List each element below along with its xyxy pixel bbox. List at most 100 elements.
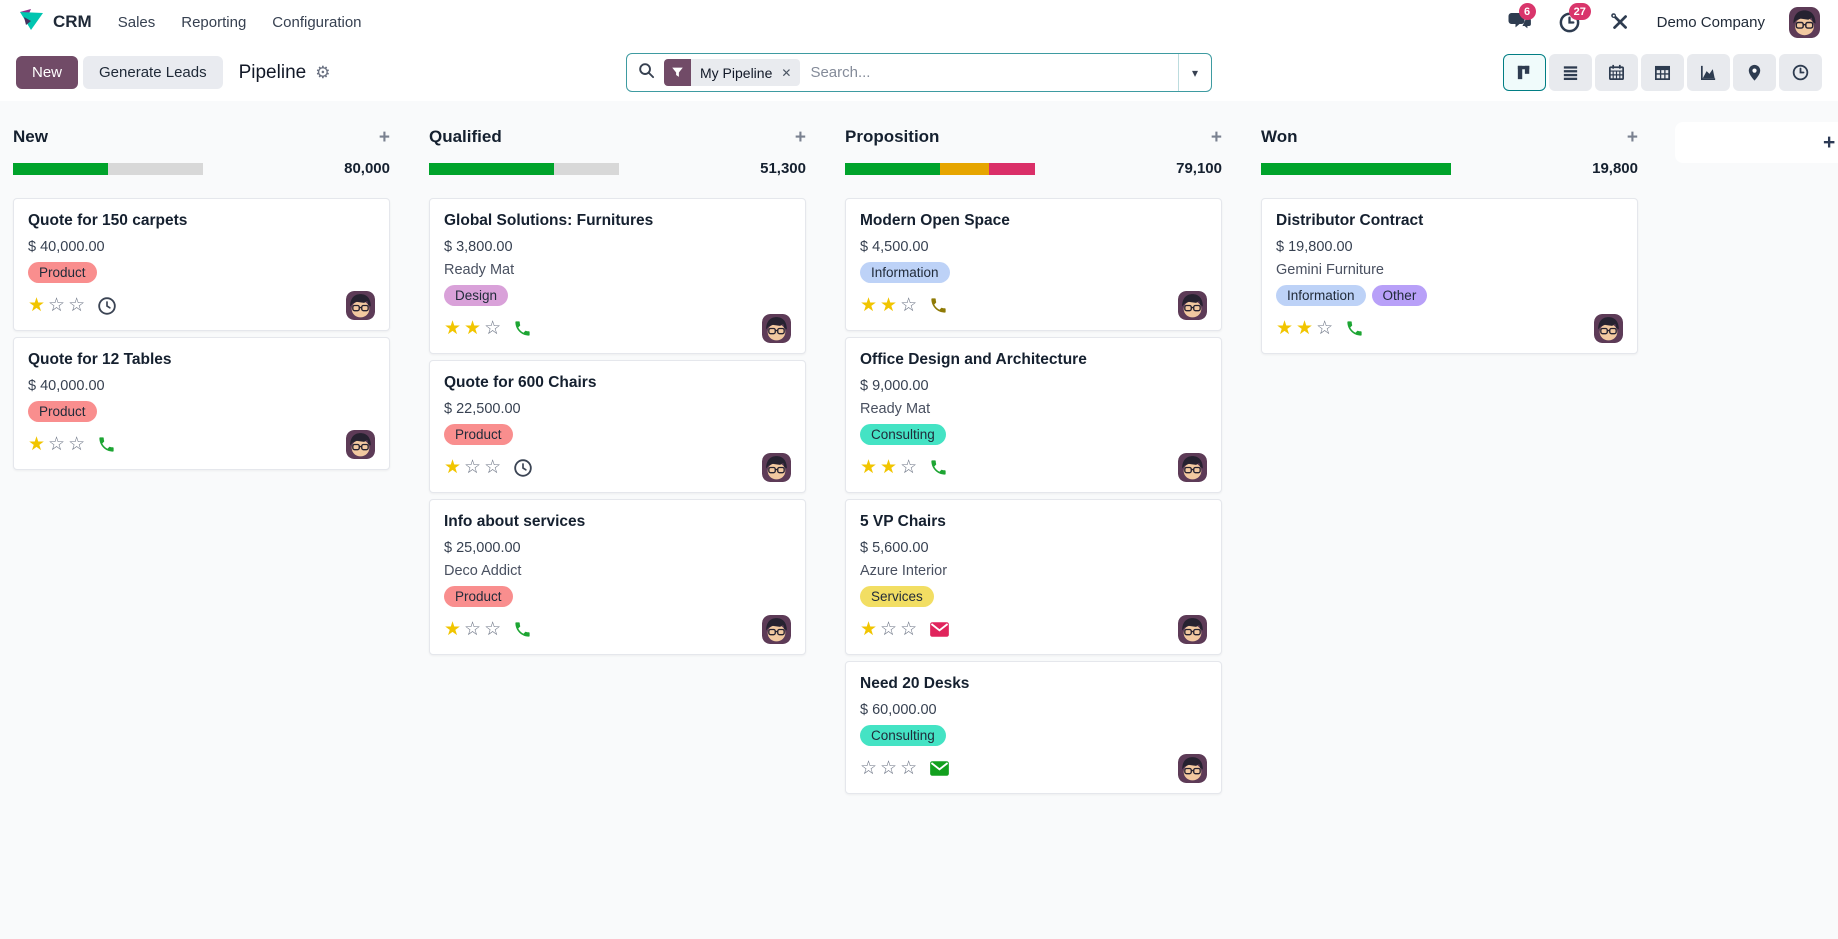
add-record-plus-icon[interactable]: + [795,128,806,147]
star-icon[interactable]: ☆ [48,435,65,454]
add-record-plus-icon[interactable]: + [1211,128,1222,147]
star-icon[interactable]: ★ [860,458,877,477]
kanban-card[interactable]: Quote for 600 Chairs $ 22,500.00Product … [429,360,806,493]
star-icon[interactable]: ☆ [860,759,877,778]
star-icon[interactable]: ★ [28,435,45,454]
action-gear-icon[interactable]: ⚙ [315,63,330,83]
view-calendar-button[interactable] [1595,54,1638,91]
star-icon[interactable]: ★ [28,296,45,315]
star-icon[interactable]: ★ [444,620,461,639]
salesperson-avatar[interactable] [1178,615,1207,644]
salesperson-avatar[interactable] [762,615,791,644]
remove-filter-icon[interactable]: ✕ [779,59,800,86]
star-icon[interactable]: ★ [1276,319,1293,338]
column-progressbar[interactable] [1261,163,1451,175]
star-icon[interactable]: ☆ [464,620,481,639]
salesperson-avatar[interactable] [1178,453,1207,482]
column-progressbar[interactable] [429,163,619,175]
phone-icon[interactable] [929,296,948,315]
messages-icon[interactable]: 6 [1507,10,1533,34]
card-title: Quote for 12 Tables [28,351,375,369]
kanban-card[interactable]: Distributor Contract $ 19,800.00Gemini F… [1261,198,1638,354]
star-icon[interactable]: ☆ [48,296,65,315]
view-kanban-button[interactable] [1503,54,1546,91]
menu-sales[interactable]: Sales [118,14,156,31]
add-column-box[interactable]: + [1675,122,1838,163]
add-record-plus-icon[interactable]: + [1627,128,1638,147]
messages-count-badge: 6 [1519,3,1536,20]
phone-icon[interactable] [513,620,532,639]
column-progressbar[interactable] [13,163,203,175]
new-button[interactable]: New [16,56,78,89]
card-title: Need 20 Desks [860,675,1207,693]
add-record-plus-icon[interactable]: + [379,128,390,147]
column-total: 19,800 [1592,160,1638,177]
column-progressbar[interactable] [845,163,1035,175]
star-icon[interactable]: ☆ [68,435,85,454]
menu-reporting[interactable]: Reporting [181,14,246,31]
search-input[interactable] [810,64,1178,81]
view-activity-button[interactable] [1779,54,1822,91]
star-icon[interactable]: ★ [464,319,481,338]
company-switcher[interactable]: Demo Company [1657,14,1765,31]
phone-icon[interactable] [929,458,948,477]
mail-icon[interactable] [929,760,950,777]
clock-icon[interactable] [513,458,533,478]
filter-facet[interactable]: My Pipeline ✕ [664,59,800,86]
star-icon[interactable]: ★ [860,620,877,639]
kanban-card[interactable]: Office Design and Architecture $ 9,000.0… [845,337,1222,493]
salesperson-avatar[interactable] [1178,291,1207,320]
star-icon[interactable]: ☆ [484,458,501,477]
phone-icon[interactable] [513,319,532,338]
view-map-button[interactable] [1733,54,1776,91]
star-icon[interactable]: ★ [444,319,461,338]
star-icon[interactable]: ☆ [900,759,917,778]
app-switcher[interactable]: CRM [18,8,92,37]
salesperson-avatar[interactable] [1594,314,1623,343]
star-icon[interactable]: ☆ [464,458,481,477]
star-icon[interactable]: ★ [1296,319,1313,338]
kanban-card[interactable]: 5 VP Chairs $ 5,600.00Azure InteriorServ… [845,499,1222,655]
salesperson-avatar[interactable] [762,453,791,482]
view-list-button[interactable] [1549,54,1592,91]
view-graph-button[interactable] [1687,54,1730,91]
kanban-card[interactable]: Quote for 12 Tables $ 40,000.00Product ★… [13,337,390,470]
salesperson-avatar[interactable] [1178,754,1207,783]
kanban-card[interactable]: Need 20 Desks $ 60,000.00Consulting ☆☆☆ [845,661,1222,794]
salesperson-avatar[interactable] [346,430,375,459]
star-icon[interactable]: ☆ [880,620,897,639]
progress-segment [940,163,989,175]
add-column-plus-icon[interactable]: + [1823,131,1835,155]
clock-icon[interactable] [97,296,117,316]
user-avatar[interactable] [1789,7,1820,38]
phone-icon[interactable] [97,435,116,454]
debug-tools-icon[interactable] [1607,10,1633,34]
star-icon[interactable]: ☆ [900,620,917,639]
search-bar[interactable]: My Pipeline ✕ ▾ [626,53,1212,92]
star-icon[interactable]: ★ [880,458,897,477]
mail-icon[interactable] [929,621,950,638]
activities-clock-icon[interactable]: 27 [1557,10,1583,34]
star-icon[interactable]: ☆ [900,458,917,477]
star-icon[interactable]: ☆ [68,296,85,315]
star-icon[interactable]: ★ [860,296,877,315]
kanban-card[interactable]: Modern Open Space $ 4,500.00Information … [845,198,1222,331]
menu-configuration[interactable]: Configuration [272,14,361,31]
generate-leads-button[interactable]: Generate Leads [83,56,223,89]
salesperson-avatar[interactable] [762,314,791,343]
star-icon[interactable]: ☆ [900,296,917,315]
search-dropdown-caret-icon[interactable]: ▾ [1178,54,1211,91]
star-icon[interactable]: ☆ [1316,319,1333,338]
star-icon[interactable]: ★ [880,296,897,315]
kanban-card[interactable]: Quote for 150 carpets $ 40,000.00Product… [13,198,390,331]
salesperson-avatar[interactable] [346,291,375,320]
star-icon[interactable]: ☆ [484,620,501,639]
kanban-column: New + 80,000 Quote for 150 carpets $ 40,… [13,127,390,476]
star-icon[interactable]: ☆ [880,759,897,778]
kanban-card[interactable]: Global Solutions: Furnitures $ 3,800.00R… [429,198,806,354]
star-icon[interactable]: ☆ [484,319,501,338]
phone-icon[interactable] [1345,319,1364,338]
kanban-card[interactable]: Info about services $ 25,000.00Deco Addi… [429,499,806,655]
view-pivot-button[interactable] [1641,54,1684,91]
star-icon[interactable]: ★ [444,458,461,477]
